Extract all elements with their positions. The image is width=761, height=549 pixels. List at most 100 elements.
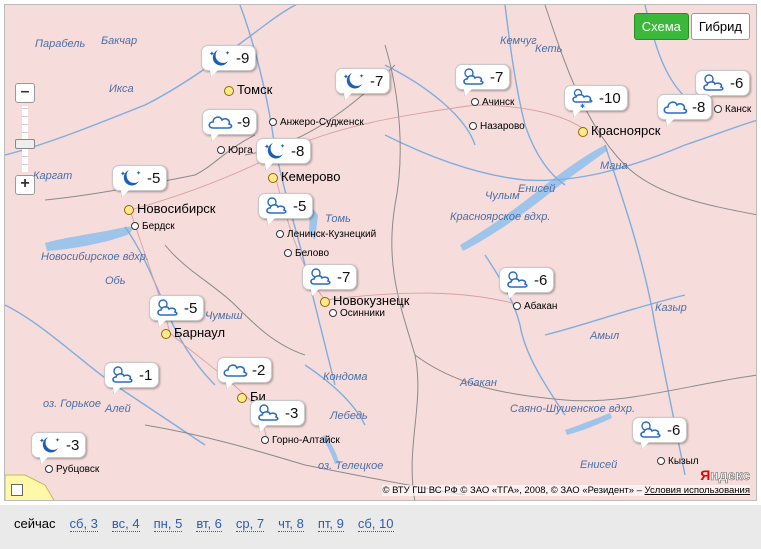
city-marker (268, 172, 278, 183)
city-label: Ачинск (482, 97, 515, 108)
weather-balloon[interactable]: -6 (632, 417, 688, 449)
city-achinsk[interactable]: Ачинск (471, 97, 514, 108)
cloud-icon (222, 360, 248, 380)
label-kazyr: Казыр (655, 302, 687, 314)
day-link[interactable]: пт, 9 (317, 516, 344, 532)
svg-text:✦: ✦ (209, 50, 215, 58)
yandex-logo[interactable]: Яндекс (700, 467, 750, 484)
city-osinniki[interactable]: Осинники (329, 308, 385, 319)
city-rubtsovsk[interactable]: Рубцовск (45, 464, 99, 475)
weather-balloon[interactable]: ✱ -10 (564, 85, 628, 117)
temperature: -1 (139, 366, 153, 384)
city-marker (276, 230, 284, 239)
weather-balloon[interactable]: ✦ ✦ -8 (256, 138, 312, 170)
city-tomsk[interactable]: Томск (224, 82, 272, 97)
label-chumysh: Чумыш (205, 310, 243, 322)
day-link[interactable]: вс, 4 (111, 516, 140, 532)
copyright-text: © ВТУ ГШ ВС РФ © ЗАО «ТГА», 2008, © ЗАО … (382, 485, 642, 496)
city-krasnoyarsk[interactable]: Красноярск (578, 123, 660, 138)
map-type-scheme-button[interactable]: Схема (633, 13, 689, 40)
city-gorno-altaysk[interactable]: Горно-Алтайск (261, 435, 340, 446)
weather-balloon[interactable]: -6 (499, 267, 555, 299)
moon-icon: ✦ ✦ (261, 141, 287, 161)
city-abakan[interactable]: Абакан (513, 301, 557, 312)
svg-text:✦: ✦ (39, 437, 45, 445)
city-novokuznetsk[interactable]: Новокузнецк (320, 293, 409, 308)
label-mana: Мана (600, 160, 628, 172)
city-marker (471, 98, 479, 107)
temperature: -6 (667, 421, 681, 439)
city-belovo[interactable]: Белово (284, 248, 329, 259)
label-iksa: Икса (109, 83, 134, 95)
day-link[interactable]: вт, 6 (196, 516, 222, 532)
day-link[interactable]: пн, 5 (153, 516, 183, 532)
city-novosibirsk[interactable]: Новосибирск (124, 201, 216, 216)
day-link[interactable]: чт, 8 (278, 516, 304, 532)
minimap-toggle-icon[interactable] (11, 484, 23, 496)
city-kyzyl[interactable]: Кызыл (657, 456, 699, 467)
weather-balloon[interactable]: -6 (695, 70, 751, 102)
cloud-icon (662, 97, 688, 117)
label-alei: Алей (105, 403, 131, 415)
weather-balloon[interactable]: -8 (657, 94, 713, 126)
cloud-sun-icon (109, 365, 135, 385)
city-barnaul[interactable]: Барнаул (161, 325, 225, 340)
city-label: Ленинск-Кузнецкий (287, 229, 377, 240)
label-kondoma: Кондома (323, 371, 368, 383)
city-kemerovo[interactable]: Кемерово (268, 169, 340, 184)
city-leninsk[interactable]: Ленинск-Кузнецкий (276, 229, 376, 240)
temperature: -7 (490, 68, 504, 86)
city-marker (269, 118, 277, 127)
city-yurga[interactable]: Юрга (217, 145, 253, 156)
terms-link[interactable]: Условия использования (645, 485, 750, 496)
map-type-hybrid-button[interactable]: Гибрид (690, 13, 750, 40)
sayano-reservoir (565, 413, 612, 435)
weather-balloon[interactable]: -1 (104, 362, 160, 394)
weather-balloon[interactable]: -9 (202, 109, 258, 141)
city-marker (45, 465, 53, 474)
zoom-slider[interactable] (15, 106, 35, 172)
temperature: -8 (291, 142, 305, 160)
cloud-snow-icon: ✱ (569, 88, 595, 110)
city-label: Кемерово (281, 169, 341, 184)
weather-balloon[interactable]: -5 (258, 193, 314, 225)
weather-balloon[interactable]: -5 (149, 295, 205, 327)
label-abakan-river: Абакан (460, 377, 497, 389)
city-label: Новокузнецк (333, 293, 410, 308)
weather-balloon[interactable]: -3 (250, 400, 306, 432)
weather-balloon[interactable]: ✦ ✦ -9 (201, 45, 257, 77)
label-enisei-2: Енисей (580, 459, 618, 471)
moon-icon: ✦ ✦ (117, 168, 143, 188)
label-lebed: Лебедь (330, 410, 368, 422)
cloud-sun-icon (154, 298, 180, 318)
weather-balloon[interactable]: ✦ ✦ -7 (335, 68, 391, 100)
day-link[interactable]: сб, 3 (69, 516, 98, 532)
moon-icon: ✦ ✦ (206, 48, 232, 68)
svg-text:✦: ✦ (264, 143, 270, 151)
city-nazarovo[interactable]: Назарово (469, 121, 525, 132)
zoom-slider-thumb[interactable] (15, 139, 35, 149)
zoom-in-button[interactable]: + (15, 175, 35, 195)
novosibirsk-reservoir (45, 226, 133, 251)
weather-balloon[interactable]: -7 (302, 264, 358, 296)
day-link[interactable]: сб, 10 (357, 516, 394, 532)
weather-balloon[interactable]: ✦ ✦ -3 (31, 432, 87, 464)
temperature: -7 (370, 72, 384, 90)
svg-text:✦: ✦ (120, 170, 126, 178)
city-label: Горно-Алтайск (272, 435, 340, 446)
city-label: Новосибирск (137, 201, 216, 216)
city-anzhero[interactable]: Анжеро-Судженск (269, 117, 364, 128)
city-label: Осинники (340, 308, 385, 319)
cloud-sun-icon (637, 420, 663, 440)
day-link[interactable]: ср, 7 (235, 516, 265, 532)
city-marker (217, 146, 225, 155)
day-now[interactable]: сейчас (14, 516, 56, 532)
map-type-switch: Схема Гибрид (633, 13, 750, 40)
weather-balloon[interactable]: -7 (455, 64, 511, 96)
weather-balloon[interactable]: ✦ ✦ -5 (112, 165, 168, 197)
weather-balloon[interactable]: -2 (217, 357, 273, 389)
map[interactable]: Обь Новосибирское вдхр. Красноярское вдх… (4, 4, 757, 501)
zoom-out-button[interactable]: – (15, 83, 35, 103)
city-kansk[interactable]: Канск (714, 104, 751, 115)
city-berdsk[interactable]: Бердск (131, 221, 175, 232)
